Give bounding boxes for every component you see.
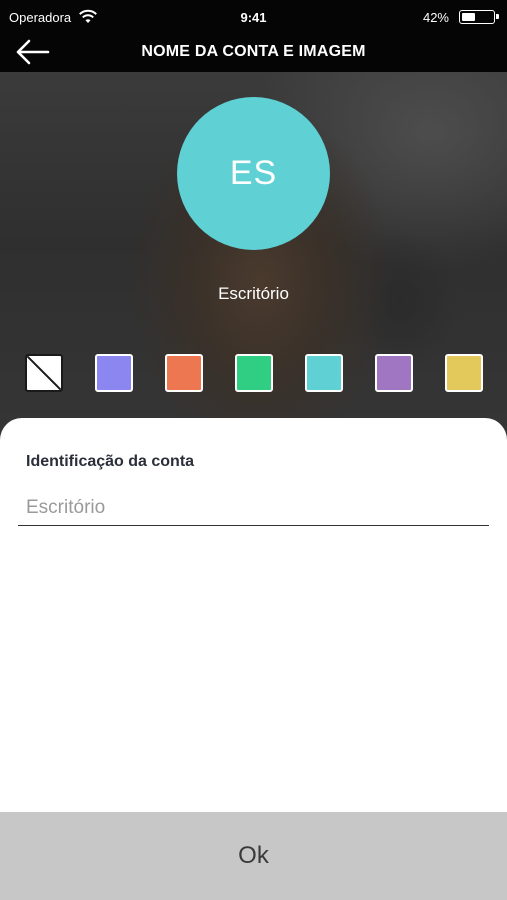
swatch-orange[interactable] xyxy=(165,354,203,392)
color-swatch-row xyxy=(0,354,507,394)
account-name-input[interactable] xyxy=(18,490,489,526)
swatch-none[interactable] xyxy=(25,354,63,392)
avatar[interactable]: ES xyxy=(177,97,330,250)
battery-percent: 42% xyxy=(422,10,449,25)
form-sheet: Identificação da conta xyxy=(0,418,507,812)
swatch-yellow[interactable] xyxy=(445,354,483,392)
account-name: Escritório xyxy=(218,284,289,303)
nav-bar: NOME DA CONTA E IMAGEM xyxy=(0,34,507,72)
swatch-cyan[interactable] xyxy=(305,354,343,392)
swatch-purple[interactable] xyxy=(375,354,413,392)
battery-icon xyxy=(459,10,499,24)
header-background: ES Escritório xyxy=(0,72,507,452)
battery-fill xyxy=(462,13,475,21)
page-title: NOME DA CONTA E IMAGEM xyxy=(141,43,366,60)
avatar-initials: ES xyxy=(229,154,278,192)
status-bar: Operadora 9:41 42% xyxy=(0,0,507,34)
account-id-label: Identificação da conta xyxy=(26,453,195,470)
no-color-icon xyxy=(27,356,61,390)
swatch-green[interactable] xyxy=(235,354,273,392)
ok-button[interactable]: Ok xyxy=(0,812,507,900)
swatch-periwinkle[interactable] xyxy=(95,354,133,392)
